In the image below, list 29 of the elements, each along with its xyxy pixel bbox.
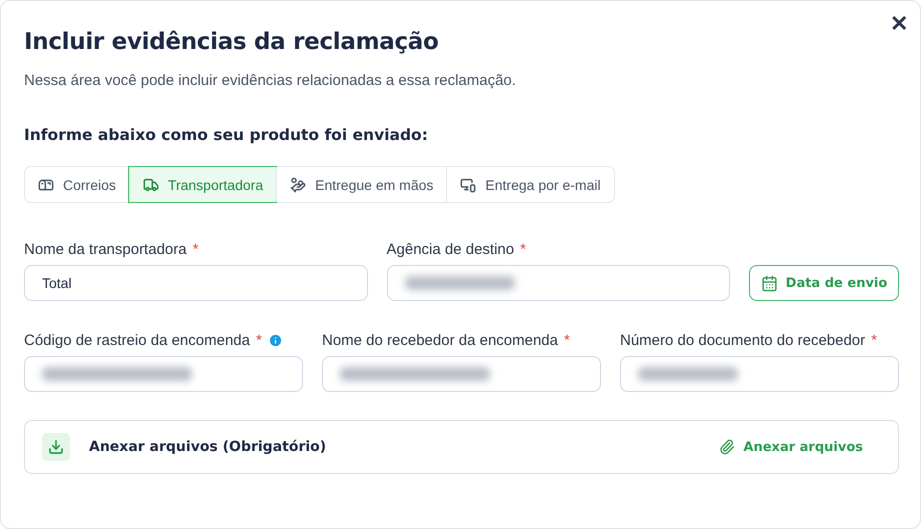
field-label: Código de rastreio da encomenda (24, 332, 250, 349)
truck-icon (142, 176, 159, 192)
dialog-title: Incluir evidências da reclamação (24, 29, 440, 55)
required-mark: * (871, 332, 877, 349)
dialog-subtitle: Nessa área você pode incluir evidências relacionadas a essa reclamação. (24, 72, 517, 89)
field-label: Número do documento do recebedor (620, 332, 866, 349)
info-icon[interactable] (268, 333, 283, 348)
section-heading: Informe abaixo como seu produto foi enviado: (24, 126, 429, 144)
devices-icon (460, 176, 476, 192)
field-label: Nome da transportadora (24, 241, 187, 258)
close-button[interactable]: ✕ (884, 9, 914, 39)
required-mark: * (256, 332, 262, 349)
hand-icon (290, 176, 306, 192)
field-label: Nome do recebedor da encomenda (322, 332, 558, 349)
input-field[interactable] (24, 356, 303, 392)
required-mark: * (520, 241, 526, 258)
download-icon (42, 433, 70, 461)
calendar-icon (760, 274, 778, 292)
attachment-title: Anexar arquivos (Obrigatório) (89, 439, 328, 455)
input-field[interactable]: Total (24, 265, 368, 301)
mailbox-icon (38, 176, 54, 192)
field-label: Agência de destino (386, 241, 514, 258)
input-field[interactable] (386, 265, 730, 301)
paperclip-icon (719, 439, 736, 455)
shipping-tab[interactable]: Transportadora (128, 167, 276, 202)
required-mark: * (564, 332, 570, 349)
input-field[interactable] (620, 356, 899, 392)
required-mark: * (192, 241, 198, 258)
input-field[interactable] (322, 356, 601, 392)
